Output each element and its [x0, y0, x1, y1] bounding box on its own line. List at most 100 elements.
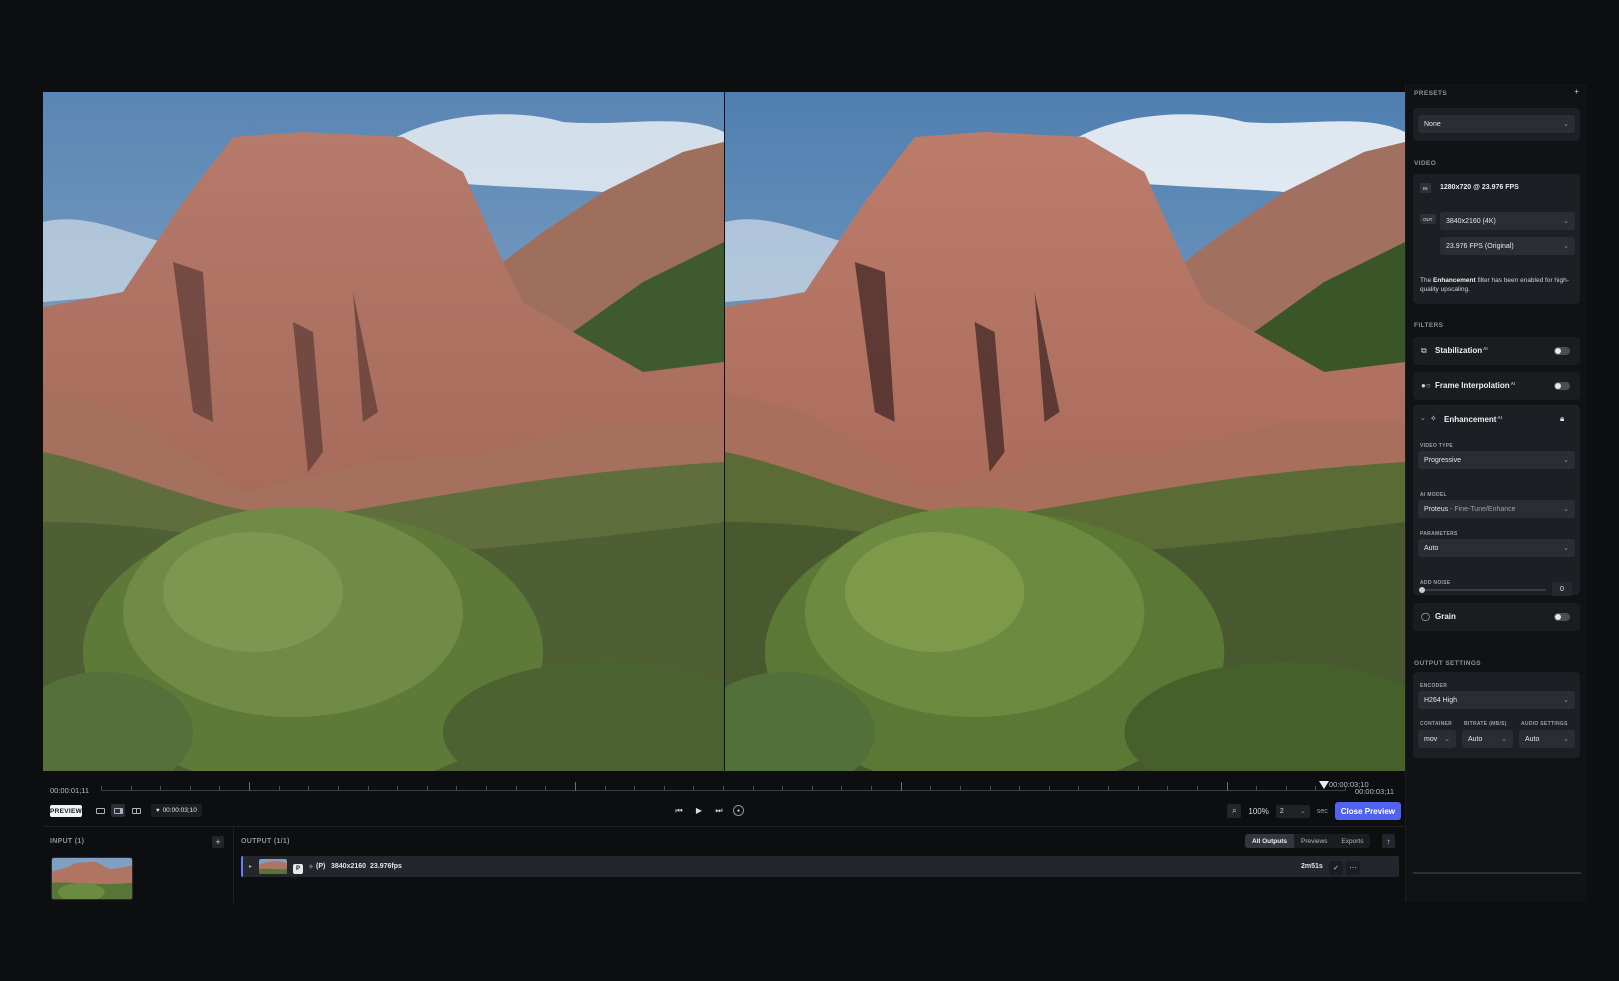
timeline-tick [426, 786, 428, 791]
timeline[interactable]: 00:00:01;11 00:00:03;10 00:00:03;11 PREV… [43, 776, 1405, 826]
output-duration: 2m51s [1301, 863, 1323, 870]
transport-controls: ⏮ ▶ ⏭ ● [673, 804, 744, 817]
container-select[interactable]: mov ⌄ [1418, 730, 1456, 748]
timeline-tick [1019, 786, 1021, 791]
single-view-button[interactable] [93, 804, 107, 817]
preview-length-unit: sec [1316, 807, 1328, 815]
zoom-button[interactable]: ⌕ [1227, 804, 1242, 818]
parameters-label: PARAMETERS [1420, 531, 1458, 537]
output-model-tag: (P) [316, 863, 326, 870]
ai-superscript: AI [1483, 346, 1488, 351]
grain-icon: ◯ [1421, 612, 1430, 621]
grain-filter[interactable]: ◯ Grain [1413, 603, 1580, 631]
output-resolution: 3840x2160 [331, 863, 367, 870]
audio-select[interactable]: Auto ⌄ [1519, 730, 1575, 748]
enhancement-label-wrap: EnhancementAI [1444, 415, 1502, 424]
lock-icon: 🔒︎ [1560, 414, 1565, 423]
preview-length-select[interactable]: 2 ⌄ [1275, 804, 1310, 818]
input-video-thumbnail[interactable] [51, 857, 133, 900]
parameters-select[interactable]: Auto ⌄ [1418, 539, 1575, 557]
parameters-value: Auto [1424, 544, 1439, 552]
plus-icon: + [215, 837, 221, 847]
stabilization-toggle[interactable] [1554, 347, 1570, 355]
add-noise-slider-knob[interactable] [1419, 587, 1425, 593]
output-resolution-select[interactable]: 3840x2160 (4K) ⌄ [1440, 212, 1575, 230]
stabilization-filter[interactable]: ⧉ StabilizationAI [1413, 337, 1580, 365]
video-type-select[interactable]: Progressive ⌄ [1418, 451, 1575, 469]
current-time-text: 00:00:03;10 [162, 807, 197, 814]
encoder-label: ENCODER [1420, 683, 1448, 689]
expand-chevron-icon[interactable]: ▸ [249, 856, 252, 877]
timeline-tick [1226, 782, 1228, 791]
timeline-tick [545, 786, 547, 791]
collapse-chevron-icon[interactable]: ⌄ [1420, 414, 1426, 422]
zoom-controls: ⌕ 100% 2 ⌄ sec Close Preview [1227, 802, 1401, 820]
stabilization-label: Stabilization [1435, 346, 1483, 355]
output-row[interactable]: ▸ P ✧ (P) 3840x2160 23.976fps 2m51s ✓ ⋯ [241, 856, 1399, 877]
output-done-button[interactable]: ✓ [1329, 861, 1343, 875]
chevron-down-icon: ⌄ [1563, 736, 1569, 743]
output-settings-label: OUTPUT SETTINGS [1414, 660, 1482, 667]
step-back-button[interactable]: ⏮ [673, 804, 685, 817]
output-tag: OUT [1420, 214, 1436, 224]
playhead[interactable] [1319, 781, 1329, 789]
frame-interpolation-toggle[interactable] [1554, 382, 1570, 390]
preset-select[interactable]: None ⌄ [1418, 115, 1575, 133]
sidebar-scrollbar[interactable] [1413, 872, 1581, 874]
bitrate-label: BITRATE (MB/S) [1464, 721, 1507, 727]
ai-model-select[interactable]: Proteus - Fine-Tune/Enhance ⌄ [1418, 500, 1575, 518]
timeline-tick [456, 786, 458, 791]
split-view-icon [131, 807, 141, 814]
video-card: IN 1280x720 @ 23.976 FPS OUT 3840x2160 (… [1413, 174, 1580, 304]
bitrate-select[interactable]: Auto ⌄ [1462, 730, 1513, 748]
step-forward-button[interactable]: ⏭ [713, 804, 725, 817]
timeline-tick [634, 786, 636, 791]
timeline-tick [871, 786, 873, 791]
preview-viewer[interactable] [43, 92, 1405, 771]
stabilization-icon: ⧉ [1421, 346, 1427, 355]
grain-toggle[interactable] [1554, 613, 1570, 621]
add-noise-slider-track[interactable] [1421, 589, 1546, 591]
timeline-tick [1196, 786, 1198, 791]
timeline-tick [723, 786, 724, 791]
timeline-tick [604, 786, 606, 791]
sparkle-icon: ✧ [308, 863, 314, 871]
timeline-tick [486, 786, 488, 791]
split-divider[interactable] [724, 92, 725, 771]
tab-previews[interactable]: Previews [1294, 834, 1334, 848]
tab-exports[interactable]: Exports [1334, 834, 1370, 848]
current-time-display[interactable]: ♥ 00:00:03;10 [151, 804, 202, 817]
timeline-tick [663, 786, 665, 791]
play-button[interactable]: ▶ [693, 804, 705, 817]
timeline-tick [278, 786, 280, 791]
timeline-tick [841, 786, 843, 791]
frame-interpolation-label-wrap: Frame InterpolationAI [1435, 381, 1515, 390]
add-preset-icon[interactable]: + [1574, 87, 1579, 96]
marker-icon: ♥ [156, 807, 160, 814]
output-fps-select[interactable]: 23.976 FPS (Original) ⌄ [1440, 237, 1575, 255]
queue-panel: INPUT (1) + OUTPUT (1/1) All Outputs Pre… [43, 826, 1405, 903]
add-input-button[interactable]: + [212, 836, 224, 848]
original-preview-pane [43, 92, 724, 771]
play-icon: ▶ [695, 806, 703, 815]
close-preview-button[interactable]: Close Preview [1334, 802, 1401, 820]
timeline-tick [397, 786, 399, 791]
encoder-select[interactable]: H264 High ⌄ [1418, 691, 1575, 709]
output-more-button[interactable]: ⋯ [1346, 861, 1360, 875]
tab-all-outputs[interactable]: All Outputs [1245, 834, 1295, 848]
export-button[interactable]: ↑ [1382, 834, 1395, 848]
loop-button[interactable]: ● [733, 805, 744, 816]
chevron-down-icon: ⌄ [1563, 243, 1569, 250]
split-view-button[interactable] [129, 804, 143, 817]
enhanced-frame-image [725, 92, 1405, 771]
chevron-down-icon: ⌄ [1563, 121, 1569, 128]
side-by-side-view-button[interactable] [111, 804, 125, 817]
chevron-down-icon: ⌄ [1563, 457, 1569, 464]
frame-interpolation-filter[interactable]: ●○ Frame InterpolationAI [1413, 372, 1580, 400]
timeline-tick [130, 786, 132, 791]
ai-model-text: Proteus - Fine-Tune/Enhance [1424, 506, 1516, 513]
bitrate-value: Auto [1468, 735, 1483, 743]
add-noise-value[interactable]: 0 [1552, 582, 1572, 596]
timeline-tick [515, 786, 517, 791]
audio-value: Auto [1525, 735, 1540, 743]
